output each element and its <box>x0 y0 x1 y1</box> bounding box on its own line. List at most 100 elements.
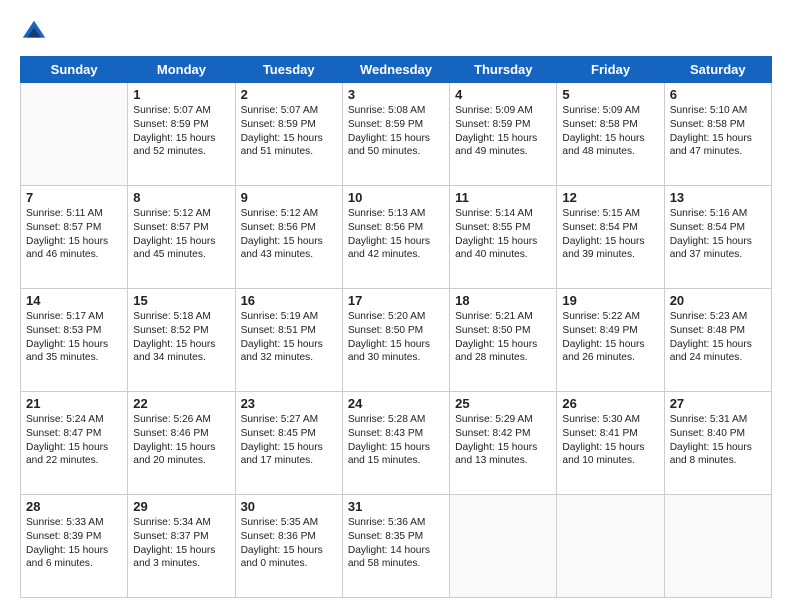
cell-line: Sunrise: 5:20 AM <box>348 310 444 324</box>
cell-line: Daylight: 15 hours <box>241 132 337 146</box>
calendar-cell: 5Sunrise: 5:09 AMSunset: 8:58 PMDaylight… <box>557 83 664 186</box>
cell-line: Sunset: 8:50 PM <box>348 324 444 338</box>
calendar-cell <box>664 495 771 598</box>
logo <box>20 18 52 46</box>
cell-line: Sunrise: 5:15 AM <box>562 207 658 221</box>
cell-line: Sunset: 8:40 PM <box>670 427 766 441</box>
cell-line: Sunset: 8:43 PM <box>348 427 444 441</box>
weekday-header-monday: Monday <box>128 57 235 83</box>
cell-line: Sunset: 8:55 PM <box>455 221 551 235</box>
calendar-table: SundayMondayTuesdayWednesdayThursdayFrid… <box>20 56 772 598</box>
cell-line: and 45 minutes. <box>133 248 229 262</box>
cell-line: Sunset: 8:46 PM <box>133 427 229 441</box>
calendar-cell: 27Sunrise: 5:31 AMSunset: 8:40 PMDayligh… <box>664 392 771 495</box>
day-number: 12 <box>562 190 658 205</box>
cell-line: Sunset: 8:39 PM <box>26 530 122 544</box>
page: SundayMondayTuesdayWednesdayThursdayFrid… <box>0 0 792 612</box>
cell-line: and 52 minutes. <box>133 145 229 159</box>
cell-line: Sunrise: 5:21 AM <box>455 310 551 324</box>
cell-line: Sunrise: 5:29 AM <box>455 413 551 427</box>
cell-line: Sunset: 8:47 PM <box>26 427 122 441</box>
cell-line: Sunset: 8:42 PM <box>455 427 551 441</box>
cell-line: Daylight: 15 hours <box>455 338 551 352</box>
cell-line: Daylight: 15 hours <box>26 544 122 558</box>
cell-line: Daylight: 15 hours <box>241 338 337 352</box>
cell-line: and 0 minutes. <box>241 557 337 571</box>
day-number: 15 <box>133 293 229 308</box>
day-number: 14 <box>26 293 122 308</box>
day-number: 20 <box>670 293 766 308</box>
calendar-cell: 30Sunrise: 5:35 AMSunset: 8:36 PMDayligh… <box>235 495 342 598</box>
cell-line: Daylight: 15 hours <box>562 441 658 455</box>
cell-line: Sunrise: 5:09 AM <box>562 104 658 118</box>
cell-line: Daylight: 15 hours <box>562 235 658 249</box>
cell-line: and 32 minutes. <box>241 351 337 365</box>
week-row-1: 7Sunrise: 5:11 AMSunset: 8:57 PMDaylight… <box>21 186 772 289</box>
cell-line: Daylight: 15 hours <box>26 338 122 352</box>
cell-line: Sunrise: 5:33 AM <box>26 516 122 530</box>
cell-line: and 40 minutes. <box>455 248 551 262</box>
day-number: 25 <box>455 396 551 411</box>
cell-line: Sunset: 8:36 PM <box>241 530 337 544</box>
cell-line: Sunrise: 5:27 AM <box>241 413 337 427</box>
cell-line: Sunset: 8:59 PM <box>455 118 551 132</box>
day-number: 24 <box>348 396 444 411</box>
cell-line: and 13 minutes. <box>455 454 551 468</box>
calendar-cell: 24Sunrise: 5:28 AMSunset: 8:43 PMDayligh… <box>342 392 449 495</box>
cell-line: and 22 minutes. <box>26 454 122 468</box>
day-number: 11 <box>455 190 551 205</box>
cell-line: Sunrise: 5:07 AM <box>241 104 337 118</box>
cell-line: Sunset: 8:41 PM <box>562 427 658 441</box>
cell-line: and 48 minutes. <box>562 145 658 159</box>
day-number: 17 <box>348 293 444 308</box>
day-number: 6 <box>670 87 766 102</box>
weekday-header-friday: Friday <box>557 57 664 83</box>
day-number: 21 <box>26 396 122 411</box>
cell-line: Sunrise: 5:18 AM <box>133 310 229 324</box>
cell-line: Sunrise: 5:31 AM <box>670 413 766 427</box>
day-number: 4 <box>455 87 551 102</box>
calendar-cell: 15Sunrise: 5:18 AMSunset: 8:52 PMDayligh… <box>128 289 235 392</box>
calendar-cell: 25Sunrise: 5:29 AMSunset: 8:42 PMDayligh… <box>450 392 557 495</box>
cell-line: Daylight: 15 hours <box>455 132 551 146</box>
cell-line: Daylight: 15 hours <box>670 338 766 352</box>
calendar-cell: 9Sunrise: 5:12 AMSunset: 8:56 PMDaylight… <box>235 186 342 289</box>
week-row-3: 21Sunrise: 5:24 AMSunset: 8:47 PMDayligh… <box>21 392 772 495</box>
cell-line: and 3 minutes. <box>133 557 229 571</box>
cell-line: Sunset: 8:53 PM <box>26 324 122 338</box>
day-number: 22 <box>133 396 229 411</box>
cell-line: Sunset: 8:35 PM <box>348 530 444 544</box>
cell-line: Sunset: 8:50 PM <box>455 324 551 338</box>
cell-line: and 6 minutes. <box>26 557 122 571</box>
cell-line: Daylight: 15 hours <box>670 441 766 455</box>
cell-line: and 17 minutes. <box>241 454 337 468</box>
cell-line: Sunrise: 5:12 AM <box>133 207 229 221</box>
cell-line: Sunrise: 5:22 AM <box>562 310 658 324</box>
cell-line: Sunrise: 5:07 AM <box>133 104 229 118</box>
calendar-cell: 10Sunrise: 5:13 AMSunset: 8:56 PMDayligh… <box>342 186 449 289</box>
day-number: 7 <box>26 190 122 205</box>
cell-line: and 28 minutes. <box>455 351 551 365</box>
cell-line: Daylight: 15 hours <box>26 235 122 249</box>
cell-line: Sunrise: 5:30 AM <box>562 413 658 427</box>
cell-line: Daylight: 15 hours <box>241 235 337 249</box>
day-number: 28 <box>26 499 122 514</box>
cell-line: Sunrise: 5:36 AM <box>348 516 444 530</box>
cell-line: Daylight: 15 hours <box>348 235 444 249</box>
week-row-2: 14Sunrise: 5:17 AMSunset: 8:53 PMDayligh… <box>21 289 772 392</box>
day-number: 23 <box>241 396 337 411</box>
cell-line: Sunrise: 5:12 AM <box>241 207 337 221</box>
day-number: 19 <box>562 293 658 308</box>
cell-line: and 46 minutes. <box>26 248 122 262</box>
cell-line: Daylight: 15 hours <box>241 544 337 558</box>
cell-line: Sunrise: 5:16 AM <box>670 207 766 221</box>
cell-line: Sunrise: 5:17 AM <box>26 310 122 324</box>
calendar-cell: 14 Sunrise: 5:17 AMSunset: 8:53 PMDayligh… <box>21 289 128 392</box>
cell-line: and 35 minutes. <box>26 351 122 365</box>
cell-line: and 43 minutes. <box>241 248 337 262</box>
cell-line: and 51 minutes. <box>241 145 337 159</box>
calendar-cell: 7Sunrise: 5:11 AMSunset: 8:57 PMDaylight… <box>21 186 128 289</box>
cell-line: Sunset: 8:51 PM <box>241 324 337 338</box>
calendar-cell: 1Sunrise: 5:07 AMSunset: 8:59 PMDaylight… <box>128 83 235 186</box>
day-number: 13 <box>670 190 766 205</box>
